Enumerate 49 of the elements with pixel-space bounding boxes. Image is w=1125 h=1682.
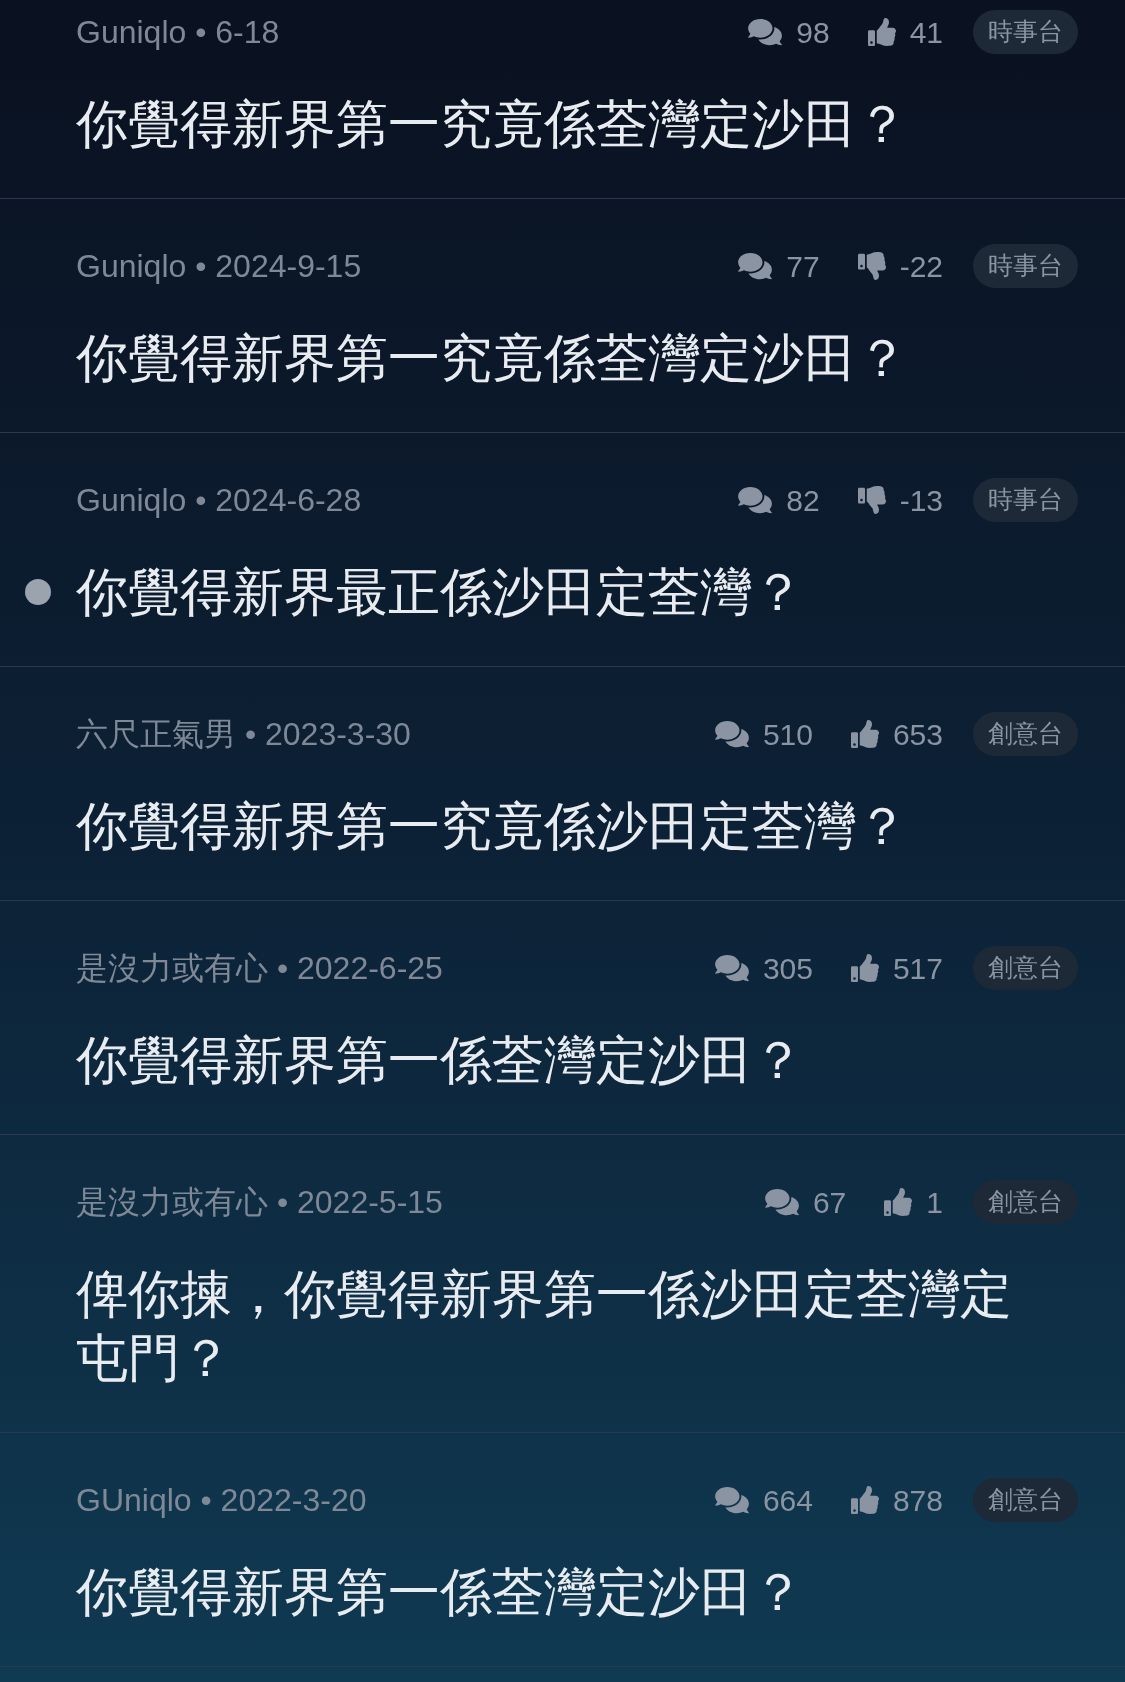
vote-count: -13 (899, 482, 943, 519)
author-and-date: 是沒力或有心 • 2022-5-15 (76, 1183, 443, 1222)
author-and-date: Guniqlo • 2024-6-28 (76, 481, 362, 520)
board-tag[interactable]: 創意台 (973, 712, 1078, 756)
comment-count: 77 (786, 248, 820, 285)
author-and-date: Guniqlo • 6-18 (76, 13, 280, 52)
thumbs-down-icon (857, 486, 886, 514)
board-tag[interactable]: 創意台 (973, 1180, 1078, 1224)
comments-icon (738, 251, 773, 281)
vote-count: 653 (892, 716, 943, 753)
author-and-date: GUniqlo • 2022-3-20 (76, 1481, 367, 1520)
thumbs-up-icon (850, 954, 879, 982)
author-and-date: Guniqlo • 2024-9-15 (76, 247, 362, 286)
thumbs-up-icon (850, 720, 879, 748)
vote-count: 878 (892, 1482, 943, 1519)
comments-icon (714, 1485, 749, 1515)
board-tag[interactable]: 創意台 (973, 1478, 1078, 1522)
board-tag[interactable]: 時事台 (973, 478, 1078, 522)
thread-title[interactable]: 你覺得新界第一究竟係荃灣定沙田？ (76, 326, 1056, 390)
comment-count: 67 (812, 1184, 847, 1221)
comment-count: 305 (762, 950, 813, 987)
vote-count: -22 (899, 248, 943, 285)
thread-title[interactable]: 你覺得新界第一究竟係沙田定荃灣？ (76, 794, 1056, 858)
thread-title[interactable]: 你覺得新界最正係沙田定荃灣？ (76, 560, 1056, 624)
comments-icon (714, 719, 749, 749)
thumbs-up-icon (867, 18, 896, 46)
comments-icon (714, 953, 749, 983)
comment-count: 664 (762, 1482, 813, 1519)
comment-count: 98 (796, 14, 830, 51)
board-tag[interactable]: 時事台 (973, 10, 1078, 54)
thread-title[interactable]: 你覺得新界第一究竟係荃灣定沙田？ (76, 92, 1056, 156)
vote-count: 1 (926, 1184, 943, 1221)
vote-count: 517 (892, 950, 943, 987)
comments-icon (738, 485, 773, 515)
thumbs-up-icon (850, 1486, 879, 1514)
comment-count: 82 (786, 482, 820, 519)
board-tag[interactable]: 創意台 (973, 946, 1078, 990)
thumbs-down-icon (857, 252, 886, 280)
author-and-date: 六尺正氣男 • 2023-3-30 (76, 715, 411, 754)
thread-title[interactable]: 你覺得新界第一係荃灣定沙田？ (76, 1028, 1056, 1092)
comments-icon (748, 17, 783, 47)
thumbs-up-icon (884, 1188, 913, 1216)
author-and-date: 是沒力或有心 • 2022-6-25 (76, 949, 443, 988)
thread-title[interactable]: 俾你揀，你覺得新界第一係沙田定荃灣定屯門？ (76, 1262, 1056, 1390)
comment-count: 510 (762, 716, 813, 753)
vote-count: 41 (909, 14, 943, 51)
comments-icon (764, 1187, 799, 1217)
thread-title[interactable]: 你覺得新界第一係荃灣定沙田？ (76, 1560, 1056, 1624)
board-tag[interactable]: 時事台 (973, 244, 1078, 288)
